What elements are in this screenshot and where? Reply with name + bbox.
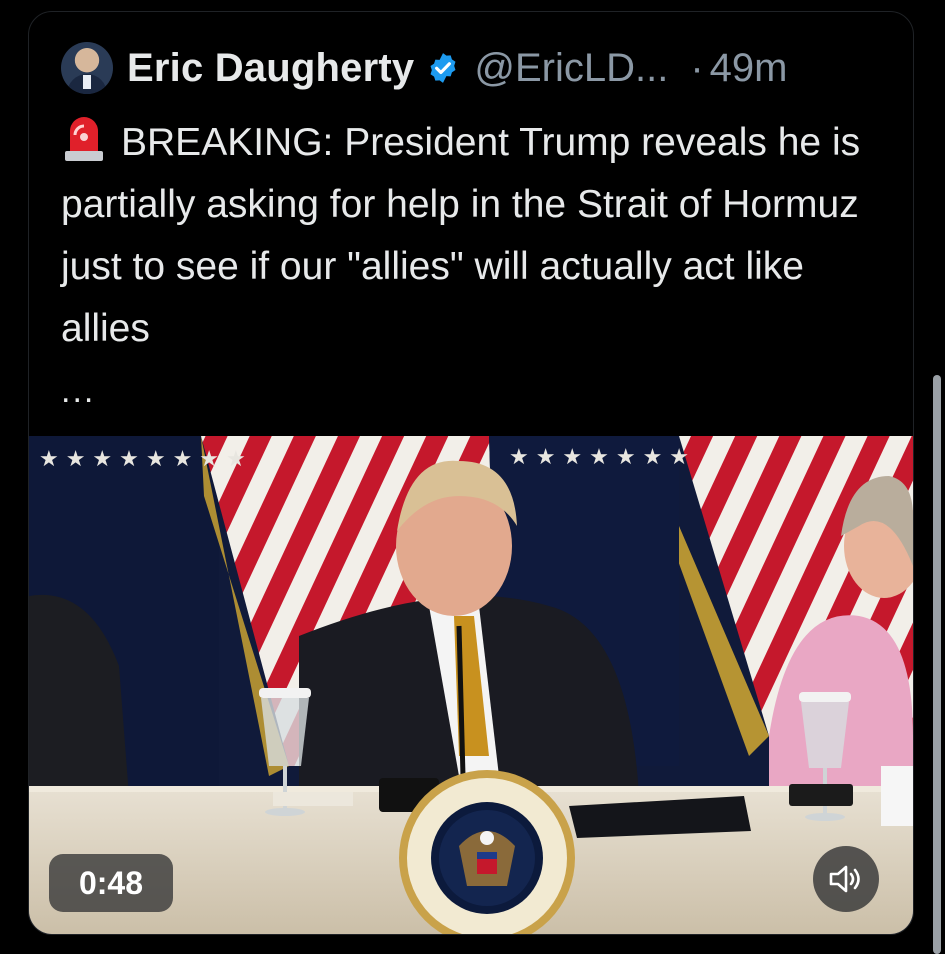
separator-dot: · bbox=[690, 45, 704, 90]
siren-icon bbox=[65, 117, 103, 161]
author-name[interactable]: Eric Daugherty bbox=[127, 46, 414, 91]
tweet-header: Eric Daugherty @EricLD... · 49m bbox=[61, 40, 787, 96]
tweet-body: BREAKING: President Trump reveals he is … bbox=[61, 112, 891, 360]
avatar[interactable] bbox=[61, 42, 113, 94]
author-handle[interactable]: @EricLD... bbox=[474, 46, 668, 91]
tweet-text: BREAKING: President Trump reveals he is … bbox=[61, 121, 861, 350]
tweet-card[interactable]: Eric Daugherty @EricLD... · 49m BREAKING… bbox=[28, 11, 914, 935]
show-more-ellipsis[interactable]: ... bbox=[61, 372, 95, 411]
volume-icon bbox=[829, 865, 860, 893]
timestamp-ago[interactable]: 49m bbox=[710, 46, 788, 91]
svg-text:★ ★ ★ ★ ★ ★ ★: ★ ★ ★ ★ ★ ★ ★ bbox=[509, 445, 689, 470]
svg-text:★ ★ ★ ★ ★ ★ ★ ★: ★ ★ ★ ★ ★ ★ ★ ★ bbox=[39, 447, 246, 472]
video-player[interactable]: ★ ★ ★ ★ ★ ★ ★ ★ ★ ★ ★ ★ ★ ★ ★ 0:48 bbox=[29, 436, 913, 934]
video-duration: 0:48 bbox=[49, 854, 173, 912]
scrollbar[interactable] bbox=[933, 375, 941, 954]
volume-button[interactable] bbox=[813, 846, 879, 912]
verified-badge-icon bbox=[430, 53, 456, 83]
